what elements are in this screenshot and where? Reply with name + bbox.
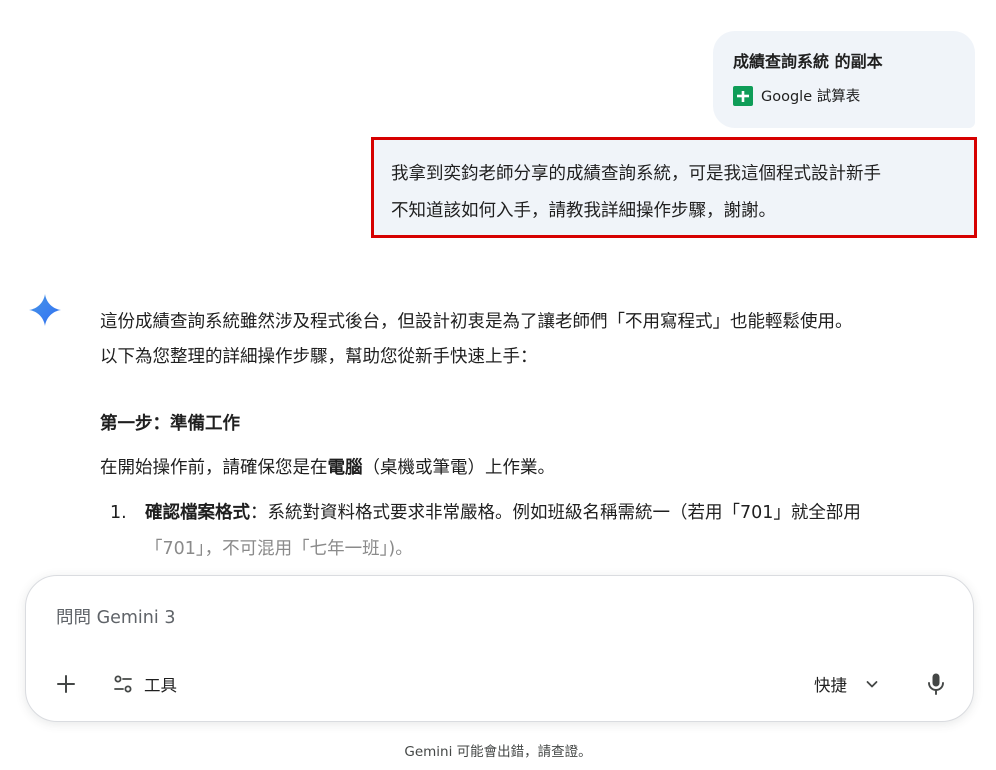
list-number: 1. [110,503,127,523]
microphone-icon [928,673,944,695]
tools-button[interactable]: 工具 [112,669,177,699]
mode-selector[interactable]: 快捷 [814,668,879,700]
gemini-spark-icon [28,293,62,327]
list-body: 確認檔案格式：系統對資料格式要求非常嚴格。例如班級名稱需統一（若用「701」就全… [145,495,975,567]
list-item-title: 確認檔案格式 [145,503,250,523]
add-button[interactable] [50,668,82,700]
plus-icon [57,675,75,693]
mode-label: 快捷 [814,676,847,695]
step-intro-text: 在開始操作前，請確保您是在 [100,458,328,478]
prompt-input-box[interactable]: 問問 Gemini 3 工具 快捷 [25,575,974,722]
response-line: 這份成績查詢系統雖然涉及程式後台，但設計初衷是為了讓老師們「不用寫程式」也能輕鬆… [100,312,853,332]
step-intro: 在開始操作前，請確保您是在電腦（桌機或筆電）上作業。 [100,451,555,485]
list-item-text-faded: 「701」，不可混用「七年一班」)。 [145,539,413,559]
step-heading: 第一步：準備工作 [100,414,240,434]
disclaimer: Gemini 可能會出錯，請查證。 [404,744,592,760]
microphone-button[interactable] [920,667,952,701]
user-message-line: 不知道該如何入手，請教我詳細操作步驟，謝謝。 [391,201,776,221]
attachment-title: 成績查詢系統 的副本 [733,52,883,71]
list-item-text: ：系統對資料格式要求非常嚴格。例如班級名稱需統一（若用「701」就全部用 [250,503,861,523]
attachment-type-label: Google 試算表 [761,89,861,105]
google-sheets-icon [733,85,753,106]
user-message-bubble: 我拿到奕鈞老師分享的成績查詢系統，可是我這個程式設計新手 不知道該如何入手，請教… [371,137,977,238]
prompt-input[interactable]: 問問 Gemini 3 [56,604,175,629]
chevron-down-icon [866,681,878,688]
response-line: 以下為您整理的詳細操作步驟，幫助您從新手快速上手： [100,347,538,367]
attachment-type: Google 試算表 [733,85,955,106]
attachment-card[interactable]: 成績查詢系統 的副本 Google 試算表 [713,31,975,128]
user-message-line: 我拿到奕鈞老師分享的成績查詢系統，可是我這個程式設計新手 [391,164,881,184]
tools-icon [114,675,132,693]
response-paragraph: 這份成績查詢系統雖然涉及程式後台，但設計初衷是為了讓老師們「不用寫程式」也能輕鬆… [100,305,970,375]
tools-label: 工具 [144,676,177,695]
step-intro-bold: 電腦 [327,458,363,478]
step-intro-text: （桌機或筆電）上作業。 [362,458,556,478]
